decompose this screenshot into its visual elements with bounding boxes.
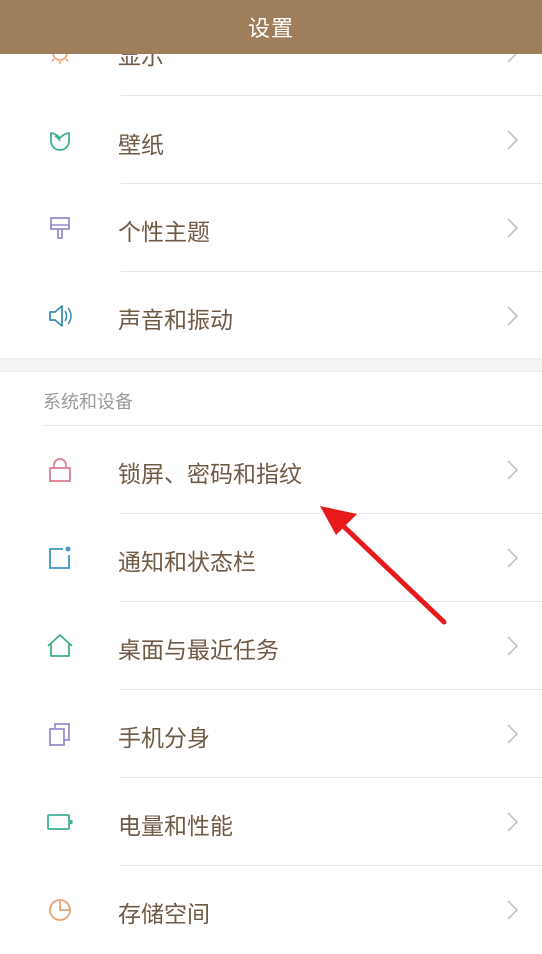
settings-item-desktop[interactable]: 桌面与最近任务 <box>0 602 542 690</box>
tulip-icon <box>46 127 74 155</box>
settings-item-notifications[interactable]: 通知和状态栏 <box>0 514 542 602</box>
settings-item-wallpaper[interactable]: 壁纸 <box>0 96 542 184</box>
settings-item-lockscreen[interactable]: 锁屏、密码和指纹 <box>0 426 542 514</box>
chevron-right-icon <box>506 899 520 921</box>
chevron-right-icon <box>506 129 520 151</box>
section-title: 系统和设备 <box>43 392 133 413</box>
settings-item-label: 存储空间 <box>118 902 210 928</box>
settings-item-dual-apps[interactable]: 手机分身 <box>0 690 542 778</box>
settings-item-label: 电量和性能 <box>118 814 233 840</box>
chevron-right-icon <box>506 217 520 239</box>
battery-icon <box>46 808 74 836</box>
chevron-right-icon <box>506 635 520 657</box>
chevron-right-icon <box>506 305 520 327</box>
app-header: 设置 <box>0 0 542 54</box>
settings-item-label: 声音和振动 <box>118 308 233 334</box>
storage-icon <box>46 896 74 924</box>
settings-item-sound[interactable]: 声音和振动 <box>0 272 542 360</box>
chevron-right-icon <box>506 811 520 833</box>
speaker-icon <box>46 302 74 330</box>
chevron-right-icon <box>506 723 520 745</box>
settings-item-label: 个性主题 <box>118 220 210 246</box>
page-title: 设置 <box>247 17 294 42</box>
settings-item-label: 手机分身 <box>118 726 210 752</box>
settings-item-label: 桌面与最近任务 <box>118 638 279 664</box>
chevron-right-icon <box>506 547 520 569</box>
settings-item-battery[interactable]: 电量和性能 <box>0 778 542 866</box>
settings-item-label: 通知和状态栏 <box>118 550 256 576</box>
home-icon <box>46 632 74 660</box>
dual-app-icon <box>46 720 74 748</box>
chevron-right-icon <box>506 459 520 481</box>
notification-icon <box>46 544 74 572</box>
settings-item-storage[interactable]: 存储空间 <box>0 866 542 954</box>
lock-icon <box>46 456 74 484</box>
settings-item-label: 壁纸 <box>118 133 164 159</box>
section-gap <box>0 358 542 372</box>
settings-item-label: 锁屏、密码和指纹 <box>118 462 302 488</box>
settings-item-themes[interactable]: 个性主题 <box>0 184 542 272</box>
brush-icon <box>46 214 74 242</box>
